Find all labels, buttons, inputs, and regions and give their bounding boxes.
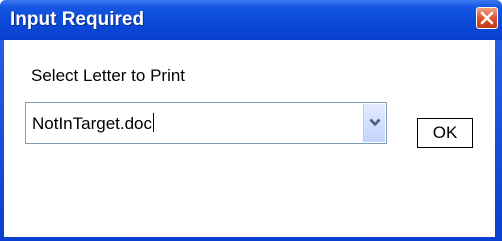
text-caret — [153, 113, 155, 132]
dialog-window: Input Required Select Letter to Print No… — [0, 0, 502, 241]
close-icon — [480, 11, 494, 25]
ok-button[interactable]: OK — [417, 118, 473, 148]
close-button[interactable] — [476, 7, 498, 29]
combobox-value[interactable]: NotInTarget.doc — [32, 113, 155, 134]
window-title: Input Required — [10, 9, 145, 30]
letter-select-combobox[interactable]: NotInTarget.doc — [25, 102, 387, 144]
dropdown-button[interactable] — [363, 104, 385, 142]
dialog-body: Select Letter to Print NotInTarget.doc O… — [4, 40, 495, 237]
chevron-down-icon — [369, 118, 381, 126]
title-bar[interactable]: Input Required — [0, 0, 502, 40]
prompt-label: Select Letter to Print — [31, 66, 186, 85]
